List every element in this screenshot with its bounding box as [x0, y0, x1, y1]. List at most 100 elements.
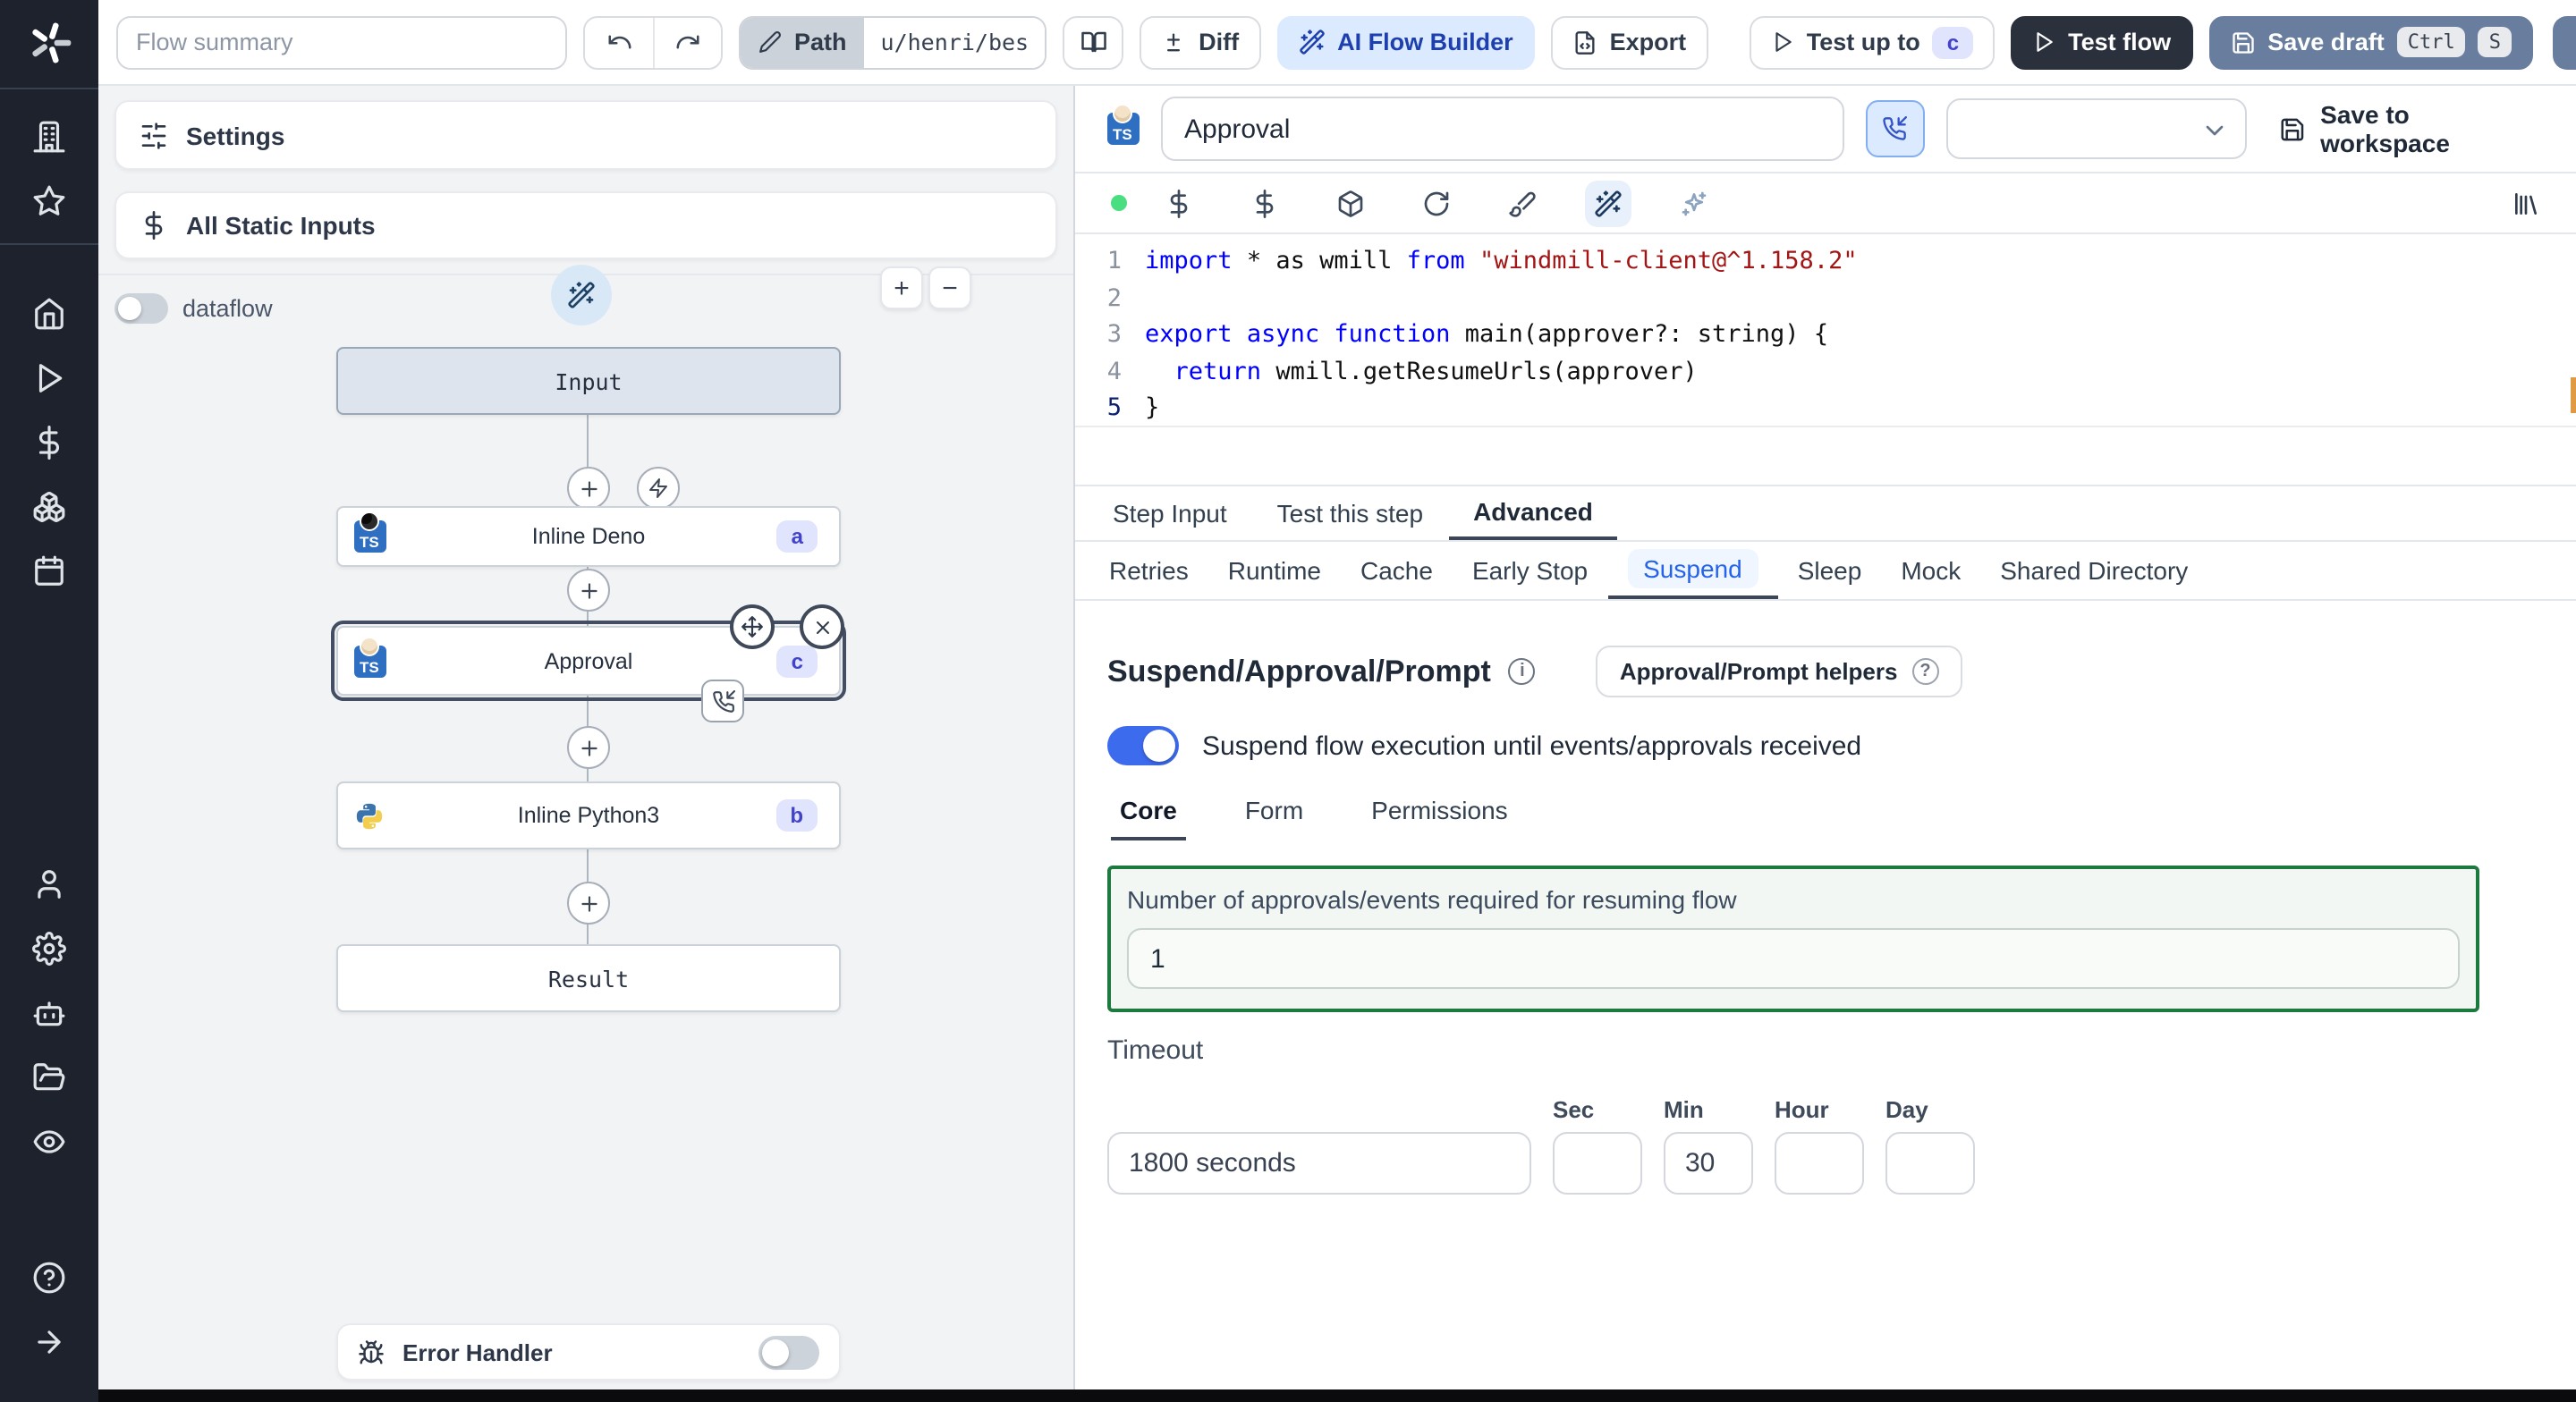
sidebar-item-home[interactable]	[17, 281, 81, 345]
package-icon	[1338, 190, 1363, 216]
timeout-min-input[interactable]	[1664, 1132, 1753, 1195]
flow-summary-input[interactable]	[116, 15, 567, 69]
sidebar-item-resources[interactable]	[17, 474, 81, 538]
subtab-shared-directory[interactable]: Shared Directory	[1980, 542, 2207, 599]
step-title-input[interactable]	[1161, 97, 1844, 161]
required-approvals-input[interactable]	[1127, 928, 2460, 989]
subtab-suspend[interactable]: Suspend	[1607, 542, 1778, 599]
sidebar-item-audit-logs[interactable]	[17, 1109, 81, 1173]
docs-button[interactable]	[1063, 15, 1124, 69]
tab-core[interactable]: Core	[1111, 796, 1186, 840]
save-draft-button[interactable]: Save draft Ctrl S	[2208, 15, 2533, 69]
approval-step-phone-icon[interactable]	[701, 680, 744, 722]
typescript-icon: TS	[1107, 104, 1140, 145]
script-version-select[interactable]	[1945, 98, 2248, 159]
add-step-button[interactable]	[567, 726, 610, 769]
subtab-sleep[interactable]: Sleep	[1778, 542, 1882, 599]
dataflow-toggle[interactable]	[114, 293, 168, 324]
variables-button[interactable]	[1156, 180, 1202, 226]
approval-prompt-helpers-button[interactable]: Approval/Prompt helpers ?	[1596, 646, 1962, 697]
flow-node-result[interactable]: Result	[336, 944, 841, 1012]
add-trigger-button[interactable]	[637, 467, 680, 510]
required-approvals-field: Number of approvals/events required for …	[1107, 866, 2479, 1012]
subtab-early-stop[interactable]: Early Stop	[1453, 542, 1607, 599]
path-button[interactable]: Path	[741, 17, 865, 67]
diff-button[interactable]: Diff	[1140, 15, 1261, 69]
toolbar: Path u/henri/bes Diff AI Flow Builder Ex…	[98, 0, 2576, 86]
add-step-button[interactable]	[567, 467, 610, 510]
flow-node-inline-python3[interactable]: Inline Python3 b	[336, 781, 841, 849]
tab-form[interactable]: Form	[1236, 796, 1312, 840]
sidebar-item-variables[interactable]	[17, 410, 81, 474]
test-up-to-button[interactable]: Test up to c	[1749, 15, 1996, 69]
flow-node-input[interactable]: Input	[336, 347, 841, 415]
windmill-logo-icon[interactable]	[24, 18, 74, 68]
flow-settings-label: Settings	[186, 121, 285, 149]
unit-label-sec: Sec	[1553, 1096, 1595, 1123]
zoom-in-button[interactable]: +	[880, 266, 923, 309]
timeout-day-input[interactable]	[1885, 1132, 1975, 1195]
all-static-inputs-button[interactable]: All Static Inputs	[114, 191, 1057, 259]
test-up-to-step-badge: c	[1932, 26, 1974, 58]
delete-step-button[interactable]	[800, 604, 844, 649]
ai-assistant-button[interactable]	[1585, 180, 1631, 226]
add-step-button[interactable]	[567, 569, 610, 612]
code-editor[interactable]: 1 import * as wmill from "windmill-clien…	[1075, 234, 2576, 486]
library-button[interactable]	[2512, 189, 2540, 217]
sidebar-item-favorites[interactable]	[17, 168, 81, 232]
zoom-out-button[interactable]: −	[928, 266, 971, 309]
tab-test-this-step[interactable]: Test this step	[1252, 486, 1448, 540]
info-icon[interactable]: i	[1508, 658, 1536, 685]
ai-sparkles-button[interactable]	[1671, 180, 1717, 226]
error-handler-row[interactable]: Error Handler	[336, 1323, 841, 1381]
subtab-cache[interactable]: Cache	[1341, 542, 1453, 599]
help-icon: ?	[1911, 658, 1939, 685]
sidebar-item-users[interactable]	[17, 851, 81, 916]
error-handler-toggle[interactable]	[758, 1335, 819, 1369]
move-step-button[interactable]	[730, 604, 775, 649]
sidebar-item-help[interactable]	[17, 1245, 81, 1309]
subtab-mock[interactable]: Mock	[1881, 542, 1980, 599]
play-icon	[2032, 30, 2055, 54]
timeout-seconds-input[interactable]	[1107, 1132, 1531, 1195]
sidebar-item-workers[interactable]	[17, 980, 81, 1044]
path-value[interactable]: u/henri/bes	[864, 17, 1046, 67]
ai-graph-wand-button[interactable]	[551, 265, 612, 325]
flow-settings-button[interactable]: Settings	[114, 100, 1057, 170]
add-step-button[interactable]	[567, 882, 610, 925]
sidebar-item-schedules[interactable]	[17, 538, 81, 603]
export-button[interactable]: Export	[1550, 15, 1708, 69]
diff-icon	[1167, 32, 1181, 51]
sidebar-collapse-arrow-icon[interactable]	[17, 1309, 81, 1373]
deploy-button-partial[interactable]	[2553, 16, 2576, 70]
sidebar-divider	[0, 88, 98, 89]
test-flow-button[interactable]: Test flow	[2011, 15, 2193, 69]
format-button[interactable]	[1499, 180, 1546, 226]
sidebar-item-folders[interactable]	[17, 1044, 81, 1109]
sidebar-item-workspace[interactable]	[17, 104, 81, 168]
dollar-icon	[1165, 189, 1193, 217]
dollar-icon	[1250, 189, 1279, 217]
node-label: Inline Deno	[531, 524, 646, 549]
subtab-retries[interactable]: Retries	[1089, 542, 1208, 599]
tab-advanced[interactable]: Advanced	[1448, 486, 1618, 540]
package-button[interactable]	[1327, 180, 1374, 226]
tab-permissions[interactable]: Permissions	[1362, 796, 1517, 840]
subtab-runtime[interactable]: Runtime	[1208, 542, 1341, 599]
ai-flow-builder-button[interactable]: AI Flow Builder	[1276, 15, 1535, 69]
flow-node-inline-deno[interactable]: TS Inline Deno a	[336, 506, 841, 567]
timeout-hour-input[interactable]	[1775, 1132, 1864, 1195]
resources-dollar-button[interactable]	[1241, 180, 1288, 226]
suspend-toggle[interactable]	[1107, 726, 1179, 765]
suspend-mode-tabs: Core Form Permissions	[1107, 796, 2479, 840]
reload-button[interactable]	[1413, 180, 1460, 226]
sidebar-item-runs[interactable]	[17, 345, 81, 410]
plus-icon	[577, 736, 600, 759]
save-to-workspace-button[interactable]: Save to workspace	[2279, 100, 2544, 157]
redo-button[interactable]	[653, 17, 721, 67]
tab-step-input[interactable]: Step Input	[1088, 486, 1252, 540]
timeout-sec-input[interactable]	[1553, 1132, 1642, 1195]
undo-button[interactable]	[585, 17, 653, 67]
approval-phone-button[interactable]	[1865, 100, 1925, 157]
sidebar-item-settings[interactable]	[17, 916, 81, 980]
